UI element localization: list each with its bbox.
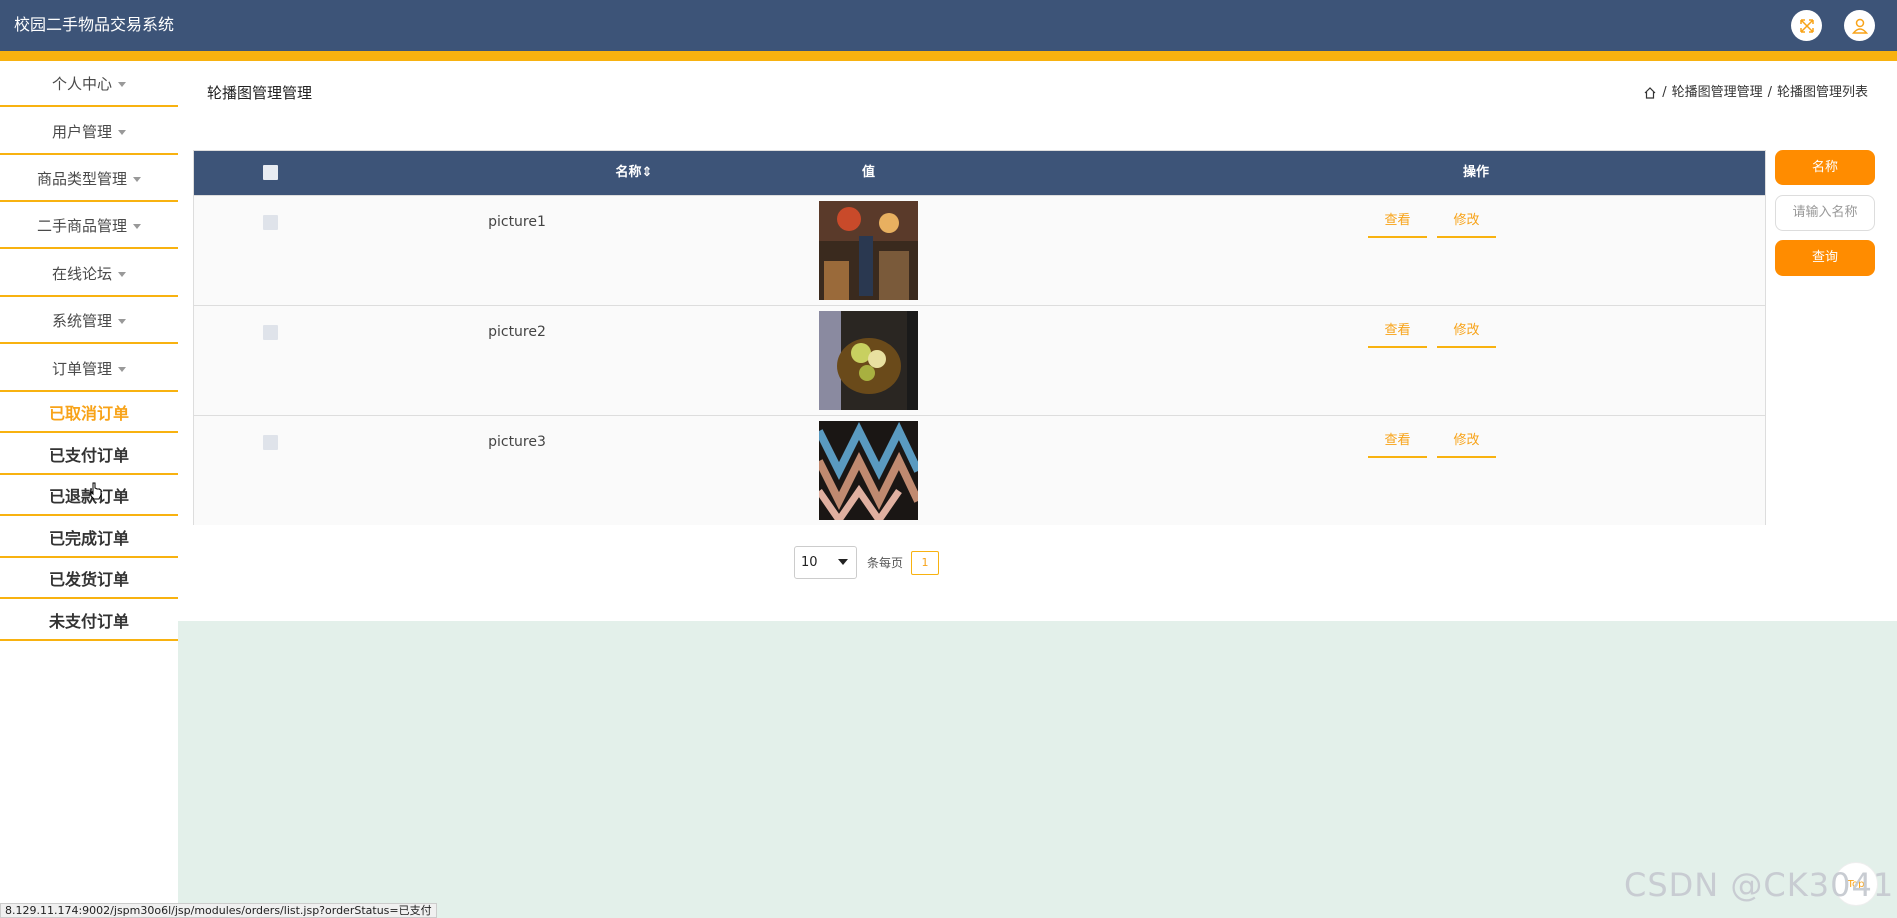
watermark: CSDN @CK3041: [1624, 866, 1895, 904]
data-table: 名称⇕ 值 操作 picture1 查看 修改 picture2 查看 修改 p…: [193, 150, 1766, 525]
chevron-down-icon: [838, 559, 848, 565]
breadcrumb-level2: 轮播图管理列表: [1776, 85, 1868, 100]
edit-button[interactable]: 修改: [1437, 208, 1496, 238]
sidebar-subitem-cancelled-orders[interactable]: 已取消订单: [0, 393, 178, 433]
row-checkbox[interactable]: [263, 215, 278, 230]
status-bar-url: 8.129.11.174:9002/jspm30o6l/jsp/modules/…: [0, 903, 437, 918]
caret-down-icon: [118, 81, 126, 87]
row-image: [819, 421, 918, 520]
row-name: picture2: [488, 324, 546, 340]
page-size-select[interactable]: 10: [794, 546, 857, 579]
sidebar-item-label: 在线论坛: [51, 264, 112, 283]
row-name: picture3: [488, 434, 546, 450]
select-all-checkbox[interactable]: [263, 165, 278, 180]
column-header-actions: 操作: [1462, 165, 1489, 180]
sidebar-item-label: 商品类型管理: [36, 169, 127, 188]
top-header: 校园二手物品交易系统: [0, 0, 1897, 51]
fullscreen-button[interactable]: [1791, 10, 1822, 41]
sidebar-item-label: 二手商品管理: [36, 216, 127, 235]
user-icon: [1851, 18, 1868, 34]
view-button[interactable]: 查看: [1368, 428, 1427, 458]
sidebar-item-label: 订单管理: [51, 359, 112, 378]
view-button[interactable]: 查看: [1368, 318, 1427, 348]
caret-down-icon: [118, 318, 126, 324]
sidebar-item-label: 系统管理: [51, 311, 112, 330]
row-checkbox[interactable]: [263, 325, 278, 340]
sidebar-subitem-shipped-orders[interactable]: 已发货订单: [0, 559, 178, 599]
column-header-label: 名称: [615, 165, 642, 180]
sidebar-item-profile[interactable]: 个人中心: [0, 61, 178, 107]
column-header-value: 值: [861, 165, 875, 180]
caret-down-icon: [133, 223, 141, 229]
table-row: picture1 查看 修改: [194, 195, 1765, 305]
sidebar-item-product-types[interactable]: 商品类型管理: [0, 156, 178, 202]
sidebar-item-label: 个人中心: [51, 74, 112, 93]
breadcrumb-level1[interactable]: 轮播图管理管理: [1672, 83, 1763, 103]
breadcrumb-separator: /: [1767, 85, 1772, 100]
breadcrumb-separator: /: [1662, 85, 1667, 100]
sidebar: 个人中心 用户管理 商品类型管理 二手商品管理 在线论坛 系统管理 订单管理 已…: [0, 61, 178, 918]
edit-button[interactable]: 修改: [1437, 428, 1496, 458]
caret-down-icon: [133, 176, 141, 182]
caret-down-icon: [118, 129, 126, 135]
header-accent-stripe: [0, 51, 1897, 61]
table-row: picture2 查看 修改: [194, 305, 1765, 415]
row-image: [819, 201, 918, 300]
sidebar-item-users[interactable]: 用户管理: [0, 109, 178, 155]
row-name: picture1: [488, 214, 546, 230]
column-header-name[interactable]: 名称⇕: [584, 151, 684, 195]
sort-icon[interactable]: ⇕: [642, 165, 653, 180]
page-number-button[interactable]: 1: [911, 551, 939, 575]
sidebar-subitem-refunded-orders[interactable]: 已退款订单: [0, 476, 178, 516]
per-page-label: 条每页: [867, 556, 904, 570]
edit-button[interactable]: 修改: [1437, 318, 1496, 348]
home-icon[interactable]: [1643, 86, 1657, 100]
table-header: 名称⇕ 值 操作: [194, 151, 1765, 195]
sidebar-subitem-unpaid-orders[interactable]: 未支付订单: [0, 601, 178, 641]
caret-down-icon: [118, 271, 126, 277]
view-button[interactable]: 查看: [1368, 208, 1427, 238]
sidebar-item-system[interactable]: 系统管理: [0, 298, 178, 344]
page-size-value: 10: [801, 555, 818, 570]
search-input[interactable]: 请输入名称: [1775, 195, 1875, 231]
fullscreen-icon: [1799, 18, 1814, 33]
sidebar-item-forum[interactable]: 在线论坛: [0, 251, 178, 297]
caret-down-icon: [118, 366, 126, 372]
search-button[interactable]: 查询: [1775, 240, 1875, 276]
mouse-cursor-icon: [90, 482, 102, 500]
sidebar-subitem-completed-orders[interactable]: 已完成订单: [0, 518, 178, 558]
search-field-label: 名称: [1775, 150, 1875, 185]
row-checkbox[interactable]: [263, 435, 278, 450]
app-title: 校园二手物品交易系统: [14, 15, 175, 34]
user-button[interactable]: [1844, 10, 1875, 41]
row-image: [819, 311, 918, 410]
sidebar-item-orders[interactable]: 订单管理: [0, 346, 178, 392]
sidebar-subitem-paid-orders[interactable]: 已支付订单: [0, 435, 178, 475]
sidebar-item-products[interactable]: 二手商品管理: [0, 203, 178, 249]
sidebar-item-label: 用户管理: [51, 122, 112, 141]
page-title: 轮播图管理管理: [207, 84, 313, 102]
table-row: picture3 查看 修改: [194, 415, 1765, 525]
breadcrumb: / 轮播图管理管理 / 轮播图管理列表: [1643, 83, 1868, 103]
